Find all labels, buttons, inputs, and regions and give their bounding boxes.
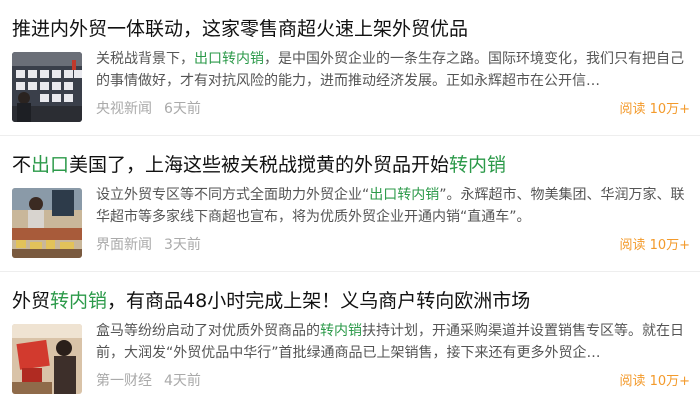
snippet-text: 盒马等纷纷启动了对优质外贸商品的 <box>96 323 320 339</box>
news-card[interactable]: 外贸转内销，有商品48小时完成上架！义乌商户转向欧洲市场 盒马等纷纷启动了对优质… <box>0 272 700 408</box>
article-title[interactable]: 不出口美国了，上海这些被关税战搅黄的外贸品开始转内销 <box>12 152 690 178</box>
shop-owner-photo[interactable] <box>12 324 82 394</box>
read-count: 阅读 10万+ <box>620 234 690 253</box>
news-card[interactable]: 不出口美国了，上海这些被关税战搅黄的外贸品开始转内销 设立外贸专区等不同方式全面… <box>0 136 700 272</box>
time-label: 4天前 <box>164 373 201 389</box>
read-count-value: 10万+ <box>649 102 690 117</box>
title-highlight: 出口 <box>31 154 70 176</box>
article-snippet: 设立外贸专区等不同方式全面助力外贸企业“出口转内销”。永辉超市、物美集团、华润万… <box>96 184 690 228</box>
time-label: 3天前 <box>164 237 201 253</box>
source-label[interactable]: 第一财经 <box>96 373 152 389</box>
snippet-text: 关税战背景下， <box>96 51 194 67</box>
news-card[interactable]: 推进内外贸一体联动，这家零售商超火速上架外贸优品 关税战背景下，出口转内销，是中… <box>0 0 700 136</box>
snippet-highlight: 出口转内销 <box>369 187 440 203</box>
title-text: 外贸 <box>12 290 51 312</box>
read-count-label: 阅读 <box>619 374 646 389</box>
article-title[interactable]: 外贸转内销，有商品48小时完成上架！义乌商户转向欧洲市场 <box>12 288 690 314</box>
article-meta: 第一财经 4天前 <box>96 370 201 390</box>
article-meta: 界面新闻 3天前 <box>96 234 201 254</box>
source-label[interactable]: 界面新闻 <box>96 237 152 253</box>
read-count: 阅读 10万+ <box>620 370 690 389</box>
article-title[interactable]: 推进内外贸一体联动，这家零售商超火速上架外贸优品 <box>12 16 690 42</box>
title-text: 不 <box>12 154 32 176</box>
title-text: ，有商品48小时完成上架！义乌商户转向欧洲市场 <box>107 290 531 312</box>
read-count-label: 阅读 <box>619 238 646 253</box>
read-count-label: 阅读 <box>619 102 646 117</box>
source-label[interactable]: 央视新闻 <box>96 101 152 117</box>
article-snippet: 关税战背景下，出口转内销，是中国外贸企业的一条生存之路。国际环境变化，我们只有把… <box>96 48 690 92</box>
news-feed: 推进内外贸一体联动，这家零售商超火速上架外贸优品 关税战背景下，出口转内销，是中… <box>0 0 700 408</box>
time-label: 6天前 <box>164 101 201 117</box>
article-snippet: 盒马等纷纷启动了对优质外贸商品的转内销扶持计划，开通采购渠道并设置销售专区等。就… <box>96 320 690 364</box>
title-text: 美国了，上海这些被关税战搅黄的外贸品开始 <box>69 154 450 176</box>
snippet-highlight: 出口转内销 <box>194 51 264 67</box>
read-count: 阅读 10万+ <box>620 98 690 117</box>
snippet-text: 设立外贸专区等不同方式全面助力外贸企业“ <box>96 187 370 203</box>
article-meta: 央视新闻 6天前 <box>96 98 201 118</box>
read-count-value: 10万+ <box>649 374 690 389</box>
snippet-highlight: 转内销 <box>320 323 362 339</box>
title-highlight: 转内销 <box>50 290 108 312</box>
market-stall-photo[interactable] <box>12 188 82 258</box>
title-highlight: 转内销 <box>449 154 507 176</box>
read-count-value: 10万+ <box>649 238 690 253</box>
title-text: 推进内外贸一体联动，这家零售商超火速上架外贸优品 <box>12 18 469 40</box>
store-shelves-photo[interactable] <box>12 52 82 122</box>
